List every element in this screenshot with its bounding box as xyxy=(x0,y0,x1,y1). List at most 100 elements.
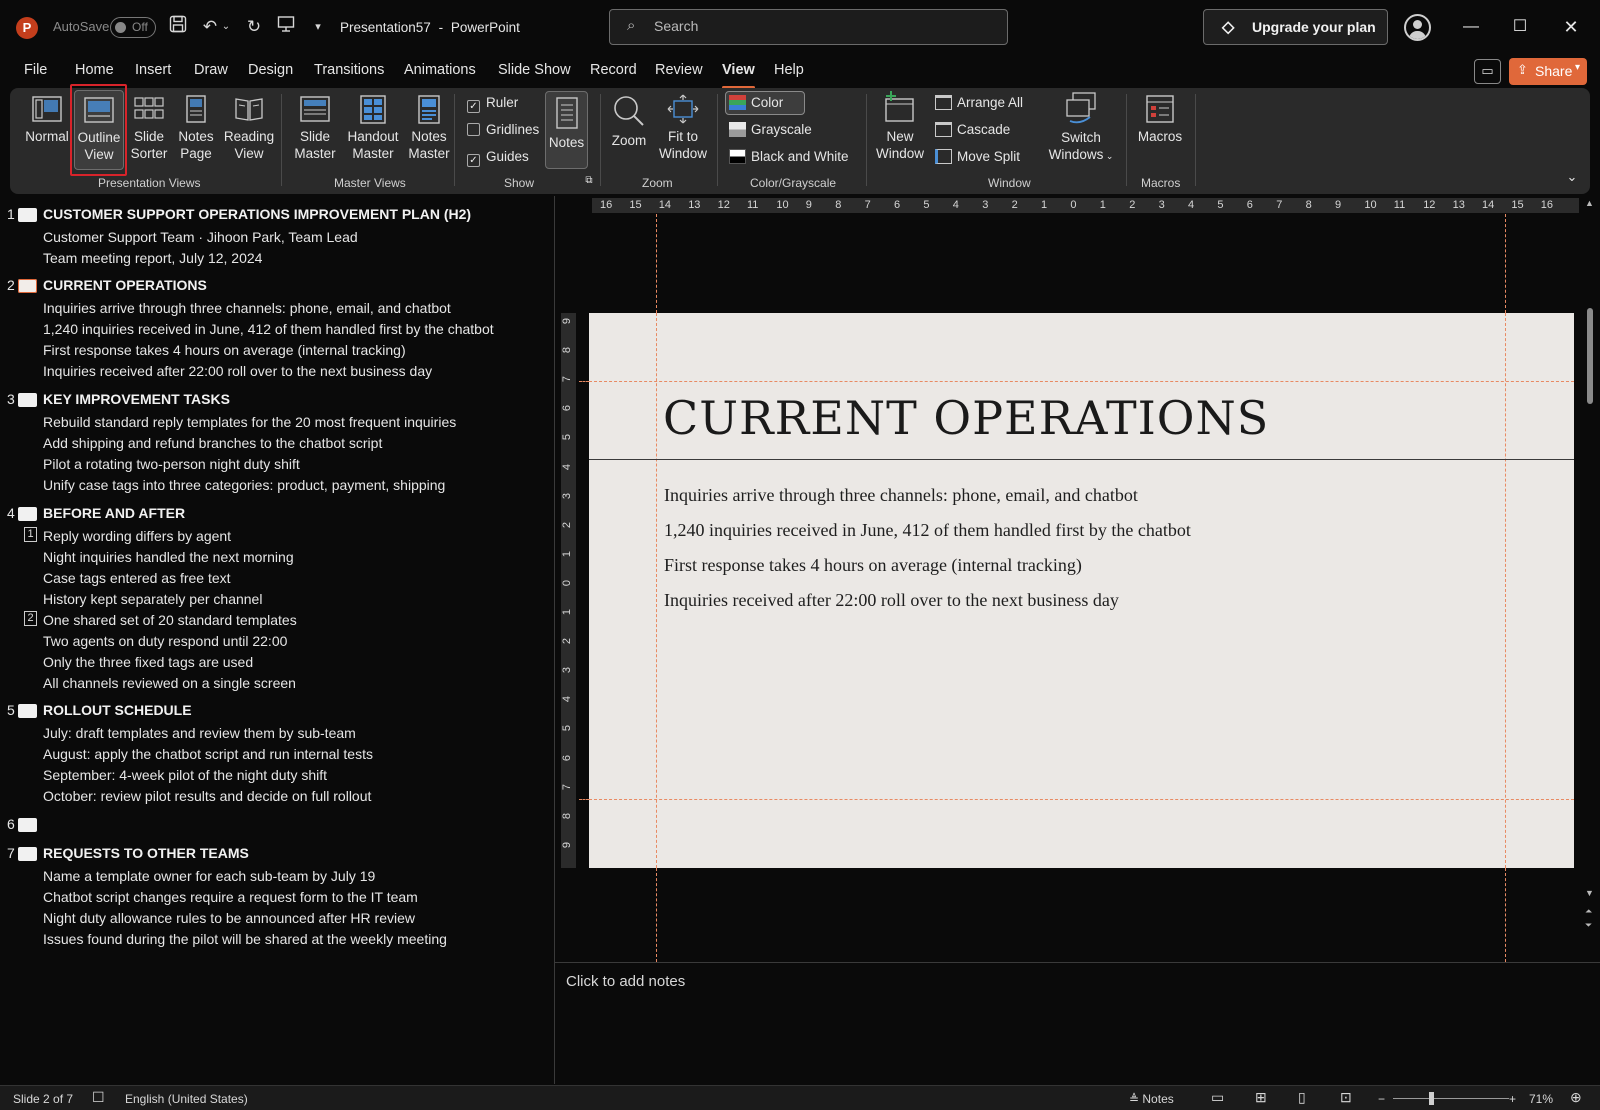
slide-bullet[interactable]: 1,240 inquiries received in June, 412 of… xyxy=(664,520,1191,541)
zoom-in-icon[interactable]: + xyxy=(1509,1092,1516,1106)
outline-bullet[interactable]: Reply wording differs by agent xyxy=(43,528,231,544)
reading-view-status-icon[interactable]: ▯ xyxy=(1298,1089,1306,1106)
normal-view-status-icon[interactable]: ▭ xyxy=(1211,1089,1224,1106)
tab-file[interactable]: File xyxy=(24,62,47,78)
outline-bullet[interactable]: Unify case tags into three categories: p… xyxy=(43,477,445,493)
autosave-toggle[interactable]: Off xyxy=(110,17,156,38)
outline-bullet[interactable]: Rebuild standard reply templates for the… xyxy=(43,414,456,430)
tab-help[interactable]: Help xyxy=(774,62,804,78)
outline-pane[interactable]: 1 CUSTOMER SUPPORT OPERATIONS IMPROVEMEN… xyxy=(0,200,555,1088)
tab-home[interactable]: Home xyxy=(75,62,114,78)
ruler-checkbox[interactable]: ✓ Ruler xyxy=(467,95,518,113)
minimize-icon[interactable]: — xyxy=(1455,12,1487,42)
search-box[interactable]: ⌕ xyxy=(609,9,1008,45)
notes-status-button[interactable]: ≜ Notes xyxy=(1129,1092,1174,1106)
new-window-button[interactable]: New Window xyxy=(873,90,927,162)
slide-thumbnail-icon[interactable] xyxy=(18,847,37,861)
zoom-slider-thumb[interactable] xyxy=(1429,1092,1434,1105)
outline-slide-title[interactable]: REQUESTS TO OTHER TEAMS xyxy=(43,845,249,861)
next-slide-icon[interactable]: ⏷ xyxy=(1585,920,1592,931)
redo-icon[interactable]: ↻ xyxy=(242,15,266,39)
slide-bullet[interactable]: Inquiries arrive through three channels:… xyxy=(664,485,1138,506)
outline-bullet[interactable]: Inquiries received after 22:00 roll over… xyxy=(43,363,432,379)
fit-to-window-button[interactable]: Fit to Window xyxy=(657,94,709,162)
grayscale-button[interactable]: Grayscale xyxy=(729,122,812,137)
slide-bullet[interactable]: Inquiries received after 22:00 roll over… xyxy=(664,590,1119,611)
zoom-out-icon[interactable]: − xyxy=(1378,1092,1385,1106)
zoom-level[interactable]: 71% xyxy=(1529,1092,1553,1106)
customize-toolbar-icon[interactable]: ▾ xyxy=(306,15,330,39)
outline-bullet[interactable]: One shared set of 20 standard templates xyxy=(43,612,297,628)
outline-bullet[interactable]: Customer Support Team · Jihoon Park, Tea… xyxy=(43,229,358,245)
notes-placeholder[interactable]: Click to add notes xyxy=(566,973,685,990)
outline-slide-title[interactable]: ROLLOUT SCHEDULE xyxy=(43,702,192,718)
outline-bullet[interactable]: Name a template owner for each sub-team … xyxy=(43,868,375,884)
outline-slide-title[interactable]: CURRENT OPERATIONS xyxy=(43,277,207,293)
color-button[interactable]: Color xyxy=(725,91,805,115)
undo-dropdown-chevron-icon[interactable]: ⌄ xyxy=(220,15,232,39)
slide-thumbnail-icon[interactable] xyxy=(18,393,37,407)
outline-bullet[interactable]: October: review pilot results and decide… xyxy=(43,788,371,804)
black-and-white-button[interactable]: Black and White xyxy=(729,149,849,164)
vertical-guide[interactable] xyxy=(1505,868,1506,962)
horizontal-guide[interactable] xyxy=(589,381,1574,382)
outline-bullet[interactable]: Inquiries arrive through three channels:… xyxy=(43,300,451,316)
outline-bullet[interactable]: Chatbot script changes require a request… xyxy=(43,889,418,905)
tab-record[interactable]: Record xyxy=(590,62,637,78)
gridlines-checkbox[interactable]: Gridlines xyxy=(467,122,539,137)
reading-view-button[interactable]: Reading View xyxy=(221,94,277,162)
outline-bullet[interactable]: Two agents on duty respond until 22:00 xyxy=(43,633,287,649)
outline-bullet[interactable]: July: draft templates and review them by… xyxy=(43,725,356,741)
outline-bullet[interactable]: Pilot a rotating two-person night duty s… xyxy=(43,456,300,472)
normal-view-button[interactable]: Normal xyxy=(24,94,70,145)
outline-slide-title[interactable]: KEY IMPROVEMENT TASKS xyxy=(43,391,230,407)
slide-sorter-button[interactable]: Slide Sorter xyxy=(127,94,171,162)
horizontal-guide[interactable] xyxy=(579,381,589,382)
outline-bullet[interactable]: All channels reviewed on a single screen xyxy=(43,675,296,691)
undo-icon[interactable]: ↶ xyxy=(198,15,222,39)
cascade-button[interactable]: Cascade xyxy=(935,122,1010,137)
macros-button[interactable]: Macros xyxy=(1136,94,1184,145)
show-dialog-launcher-icon[interactable]: ⧉ xyxy=(583,172,595,189)
previous-slide-icon[interactable]: ⏶ xyxy=(1585,906,1592,917)
horizontal-guide[interactable] xyxy=(579,799,589,800)
slide-thumbnail-icon[interactable] xyxy=(18,818,37,832)
outline-bullet[interactable]: Night inquiries handled the next morning xyxy=(43,549,294,565)
outline-bullet[interactable]: Add shipping and refund branches to the … xyxy=(43,435,382,451)
slide-title[interactable]: CURRENT OPERATIONS xyxy=(663,391,1269,445)
arrange-all-button[interactable]: Arrange All xyxy=(935,95,1023,110)
outline-bullet[interactable]: First response takes 4 hours on average … xyxy=(43,342,406,358)
guides-checkbox[interactable]: ✓ Guides xyxy=(467,149,529,167)
outline-bullet[interactable]: Case tags entered as free text xyxy=(43,570,231,586)
outline-slide-title[interactable]: BEFORE AND AFTER xyxy=(43,505,185,521)
slide-thumbnail-icon[interactable] xyxy=(18,704,37,718)
vertical-guide[interactable] xyxy=(1505,313,1506,868)
horizontal-ruler[interactable]: 16 15 14 13 12 11 10 9 8 7 6 5 4 3 2 1 0 1 2 3 4 5 6 7 8 9 10 11 12 1… xyxy=(592,198,1579,213)
outline-bullet[interactable]: September: 4-week pilot of the night dut… xyxy=(43,767,327,783)
outline-bullet[interactable]: August: apply the chatbot script and run… xyxy=(43,746,373,762)
vertical-scrollbar[interactable]: ▲ ▼ ⏶ ⏷ xyxy=(1584,198,1596,938)
search-input[interactable] xyxy=(654,18,974,34)
slide-bullet[interactable]: First response takes 4 hours on average … xyxy=(664,555,1082,576)
save-icon[interactable] xyxy=(166,15,190,39)
present-from-start-icon[interactable] xyxy=(274,15,298,39)
vertical-guide[interactable] xyxy=(656,868,657,962)
tab-slide-show[interactable]: Slide Show xyxy=(498,62,571,78)
maximize-icon[interactable]: ☐ xyxy=(1504,12,1536,42)
zoom-slider-track[interactable] xyxy=(1393,1098,1509,1099)
tab-insert[interactable]: Insert xyxy=(135,62,171,78)
scrollbar-thumb[interactable] xyxy=(1587,308,1593,404)
tab-draw[interactable]: Draw xyxy=(194,62,228,78)
handout-master-button[interactable]: Handout Master xyxy=(344,94,402,162)
outline-bullet[interactable]: 1,240 inquiries received in June, 412 of… xyxy=(43,321,494,337)
upgrade-plan-button[interactable]: ◇ Upgrade your plan xyxy=(1203,9,1388,45)
scroll-up-icon[interactable]: ▲ xyxy=(1585,198,1594,208)
slide-canvas[interactable]: CURRENT OPERATIONS Inquiries arrive thro… xyxy=(589,313,1574,868)
comments-button[interactable]: ▭ xyxy=(1474,59,1501,84)
outline-bullet[interactable]: Team meeting report, July 12, 2024 xyxy=(43,250,262,266)
tab-transitions[interactable]: Transitions xyxy=(314,62,384,78)
slide-sorter-status-icon[interactable]: ⊞ xyxy=(1255,1089,1267,1106)
slide-master-button[interactable]: Slide Master xyxy=(290,94,340,162)
outline-bullet[interactable]: History kept separately per channel xyxy=(43,591,262,607)
tab-review[interactable]: Review xyxy=(655,62,703,78)
